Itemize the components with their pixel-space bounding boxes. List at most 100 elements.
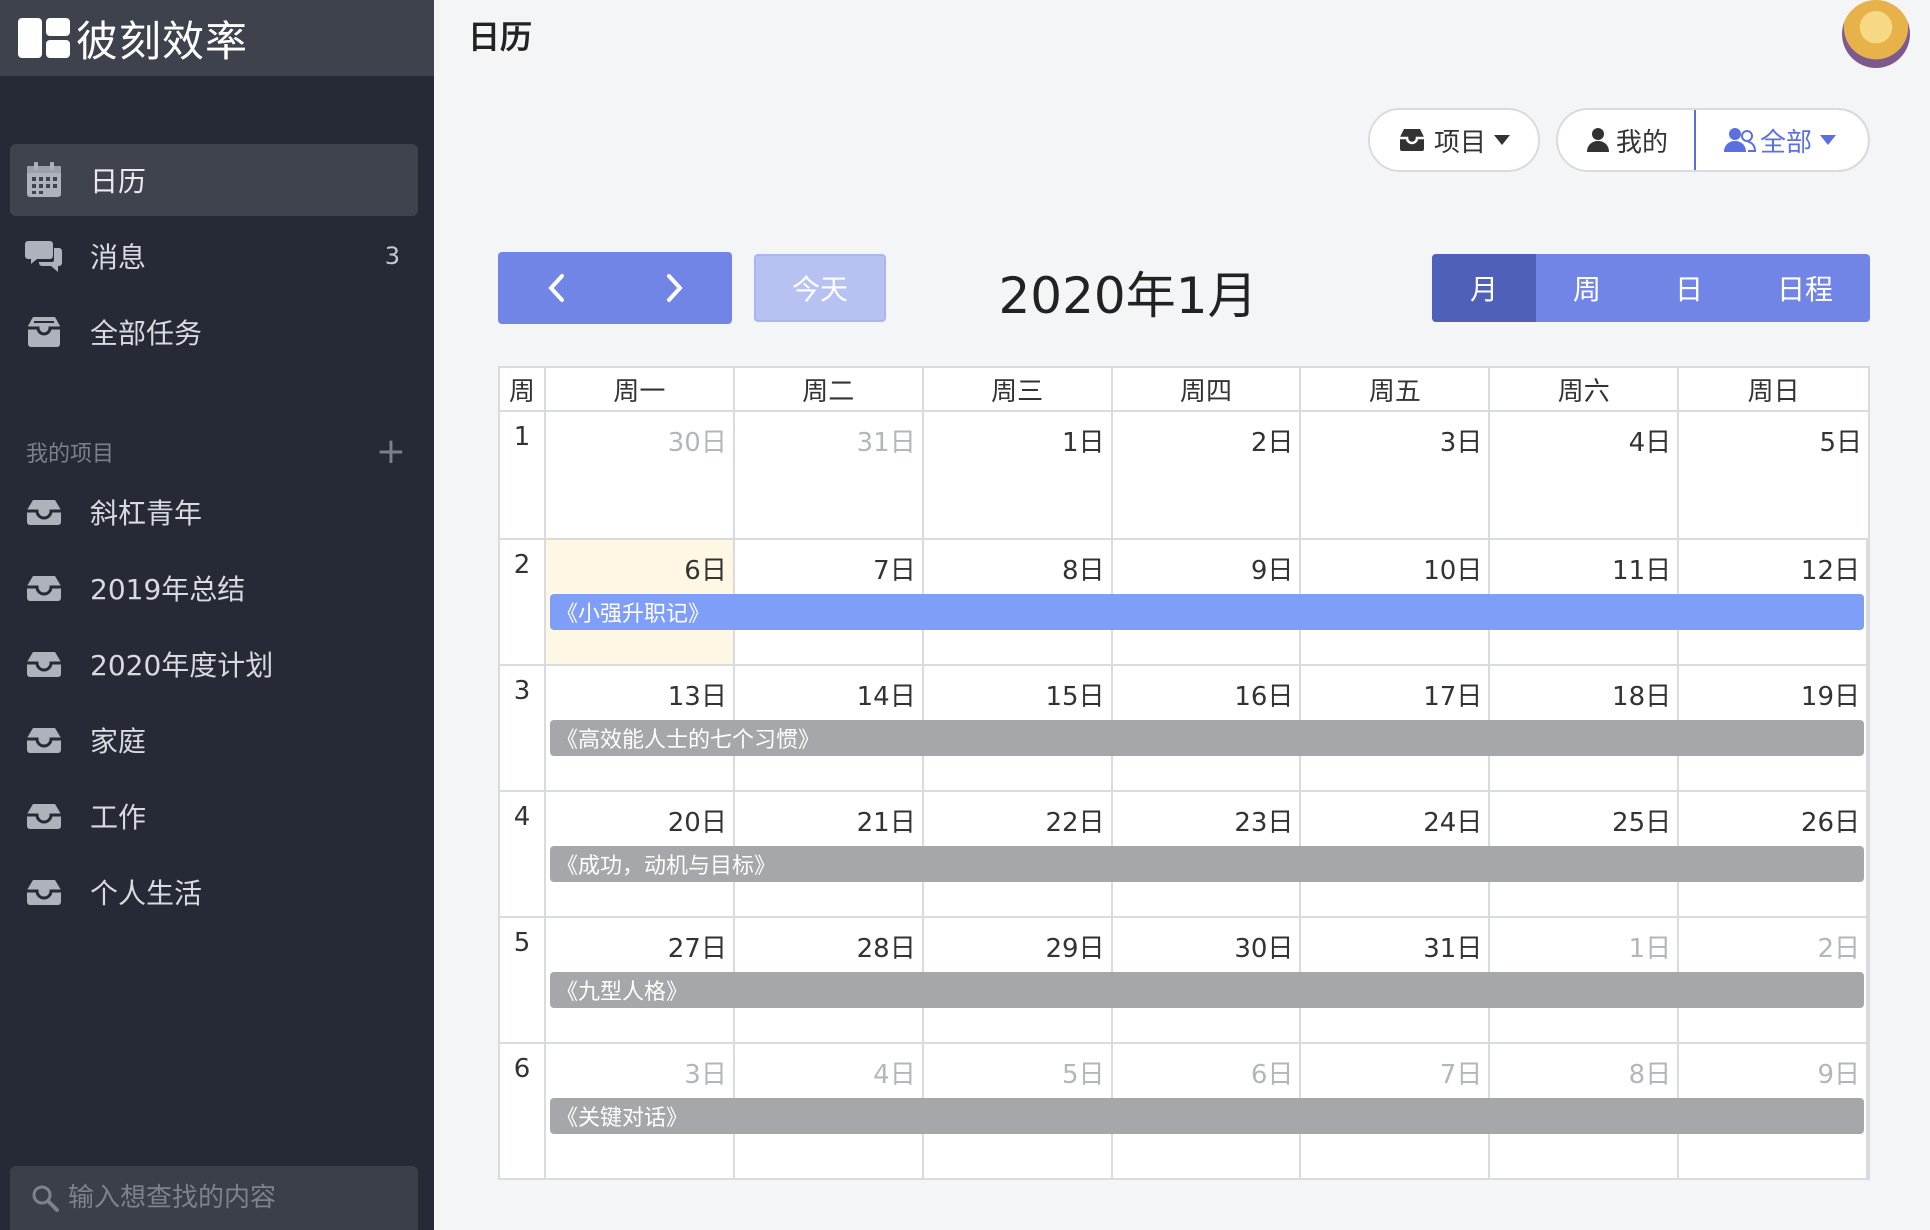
- brand-logo-icon: [18, 18, 70, 58]
- calendar-week-row: 5 27日 28日 29日 30日 31日 1日 2日 《九型人格》: [500, 918, 1868, 1044]
- tray-icon: [1399, 129, 1424, 151]
- tray-icon: [27, 652, 61, 677]
- caret-down-icon: [1820, 135, 1836, 145]
- weekday-header: 周五: [1301, 368, 1491, 410]
- sidebar-item-project[interactable]: 工作: [10, 780, 418, 852]
- project-filter-label: 项目: [1433, 127, 1486, 158]
- week-number: 5: [500, 918, 546, 1042]
- weekday-header: 周三: [924, 368, 1113, 410]
- brand-header[interactable]: 彼刻效率: [0, 0, 434, 76]
- view-agenda-button[interactable]: 日程: [1740, 254, 1870, 322]
- next-month-button[interactable]: [615, 252, 732, 324]
- main-content: 日历 项目 我的 全部 今天 2020年1月 月 周 日 日程 周 周一 周二 …: [434, 0, 1930, 1230]
- calendar-event[interactable]: 《小强升职记》: [550, 594, 1864, 630]
- tray-icon: [27, 576, 61, 601]
- user-icon: [1586, 128, 1609, 152]
- sidebar-item-project[interactable]: 2020年度计划: [10, 628, 418, 700]
- day-cell[interactable]: 3日: [1301, 412, 1491, 538]
- day-cell[interactable]: 1日: [924, 412, 1113, 538]
- search-icon: [32, 1185, 59, 1212]
- add-project-icon[interactable]: +: [376, 434, 406, 470]
- day-cell[interactable]: 30日: [546, 412, 735, 538]
- week-number: 6: [500, 1044, 546, 1178]
- tray-icon: [27, 880, 61, 905]
- tray-icon: [27, 728, 61, 753]
- scope-toggle: 我的 全部: [1555, 108, 1870, 172]
- main-nav: 日历 消息 3 全部任务: [10, 144, 418, 372]
- sidebar-item-label: 2019年总结: [90, 573, 246, 606]
- sidebar-item-project[interactable]: 2019年总结: [10, 552, 418, 624]
- view-month-button[interactable]: 月: [1432, 254, 1536, 322]
- projects-nav: 斜杠青年 2019年总结 2020年度计划 家庭 工作 个人生活: [10, 476, 418, 932]
- prev-month-button[interactable]: [498, 252, 615, 324]
- tray-icon: [27, 500, 61, 525]
- calendar-week-row: 3 13日 14日 15日 16日 17日 18日 19日 《高效能人士的七个习惯》: [500, 666, 1868, 792]
- sidebar-item-label: 工作: [90, 801, 147, 834]
- message-count-badge: 3: [384, 242, 400, 270]
- all-filter-dropdown[interactable]: 全部: [1693, 110, 1868, 170]
- weekday-header: 周四: [1113, 368, 1302, 410]
- caret-down-icon: [1493, 135, 1510, 145]
- chevron-right-icon: [666, 274, 683, 302]
- week-number: 3: [500, 666, 546, 790]
- view-switcher: 月 周 日 日程: [1432, 254, 1870, 322]
- search-input[interactable]: [68, 1183, 388, 1213]
- all-filter-label: 全部: [1759, 127, 1812, 158]
- sidebar-item-project[interactable]: 家庭: [10, 704, 418, 776]
- chat-icon: [25, 241, 62, 272]
- inbox-icon: [28, 317, 60, 347]
- weekday-header: 周二: [735, 368, 924, 410]
- sidebar: 彼刻效率 日历 消息 3 全部任务 我的项目 + 斜杠青年 2019年总结 20…: [0, 0, 434, 1230]
- calendar-week-row: 1 30日 31日 1日 2日 3日 4日 5日: [500, 412, 1868, 540]
- sidebar-item-all-tasks[interactable]: 全部任务: [10, 296, 418, 368]
- view-day-button[interactable]: 日: [1638, 254, 1740, 322]
- projects-title: 我的项目: [26, 442, 115, 467]
- day-cell[interactable]: 5日: [1679, 412, 1868, 538]
- calendar-week-row: 4 20日 21日 22日 23日 24日 25日 26日 《成功，动机与目标》: [500, 792, 1868, 918]
- week-number-header: 周: [500, 368, 546, 410]
- weekday-header: 周六: [1490, 368, 1680, 410]
- sidebar-item-label: 日历: [90, 165, 147, 198]
- calendar-event[interactable]: 《成功，动机与目标》: [550, 846, 1864, 882]
- mine-filter-button[interactable]: 我的: [1558, 110, 1696, 170]
- sidebar-item-label: 个人生活: [90, 877, 203, 910]
- month-calendar: 周 周一 周二 周三 周四 周五 周六 周日 1 30日 31日 1日 2日 3日 4日 5日…: [498, 366, 1870, 1180]
- chevron-left-icon: [547, 274, 564, 302]
- month-title: 2020年1月: [998, 267, 1258, 325]
- filter-bar: 项目 我的 全部: [1367, 108, 1870, 172]
- project-filter-dropdown[interactable]: 项目: [1367, 108, 1540, 172]
- users-icon: [1723, 128, 1756, 152]
- calendar-week-row: 6 3日 4日 5日 6日 7日 8日 9日 《关键对话》: [500, 1044, 1868, 1178]
- page-title: 日历: [468, 18, 533, 56]
- weekday-header: 周一: [546, 368, 735, 410]
- sidebar-item-label: 斜杠青年: [90, 497, 203, 530]
- sidebar-item-project[interactable]: 斜杠青年: [10, 476, 418, 548]
- weekday-header: 周日: [1747, 376, 1800, 407]
- calendar-event[interactable]: 《关键对话》: [550, 1098, 1864, 1134]
- mine-filter-label: 我的: [1615, 127, 1668, 158]
- week-number: 2: [500, 540, 546, 664]
- calendar-icon: [27, 162, 61, 197]
- sidebar-item-calendar[interactable]: 日历: [10, 144, 418, 216]
- calendar-event[interactable]: 《高效能人士的七个习惯》: [550, 720, 1864, 756]
- projects-section-header: 我的项目 +: [26, 434, 406, 470]
- avatar[interactable]: [1842, 0, 1910, 68]
- week-number: 4: [500, 792, 546, 916]
- today-button[interactable]: 今天: [754, 254, 886, 322]
- day-cell[interactable]: 2日: [1113, 412, 1302, 538]
- day-cell[interactable]: 31日: [735, 412, 924, 538]
- sidebar-item-label: 全部任务: [90, 317, 203, 350]
- sidebar-item-messages[interactable]: 消息 3: [10, 220, 418, 292]
- calendar-event[interactable]: 《九型人格》: [550, 972, 1864, 1008]
- search-box[interactable]: [10, 1166, 418, 1230]
- nav-arrows: [498, 252, 732, 324]
- tray-icon: [27, 804, 61, 829]
- day-cell[interactable]: 4日: [1490, 412, 1680, 538]
- calendar-body: 1 30日 31日 1日 2日 3日 4日 5日 2 6日 7日 8日 9日 10日 11日 12日 《小强升职…: [500, 412, 1868, 1178]
- sidebar-item-project[interactable]: 个人生活: [10, 856, 418, 928]
- calendar-week-row: 2 6日 7日 8日 9日 10日 11日 12日 《小强升职记》: [500, 540, 1868, 666]
- view-week-button[interactable]: 周: [1536, 254, 1638, 322]
- sidebar-item-label: 家庭: [90, 725, 147, 758]
- calendar-header-row: 周 周一 周二 周三 周四 周五 周六 周日: [500, 368, 1868, 412]
- brand-name: 彼刻效率: [76, 16, 249, 66]
